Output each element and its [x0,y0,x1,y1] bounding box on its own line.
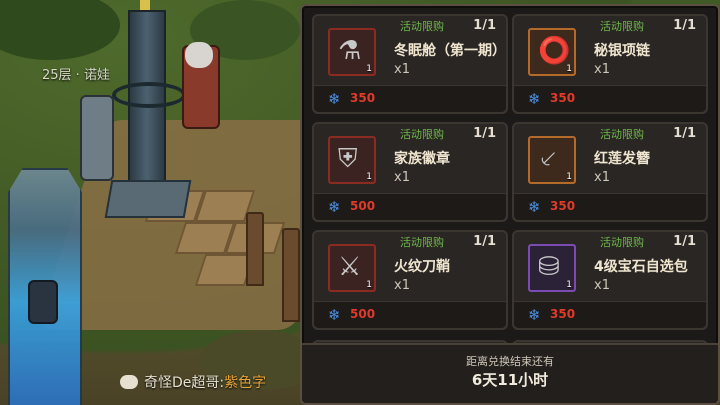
purchase-limit: 1/1 [473,126,496,141]
chat-text: 紫色字 [224,375,267,391]
crystal-currency-icon: ❄ [528,306,541,324]
purchase-limit: 1/1 [673,234,696,249]
wooden-post [282,228,300,322]
item-icon-frame[interactable]: ⛁ 1 [528,244,576,292]
item-price: 350 [350,91,376,105]
necklace-icon: ⭕ [538,36,571,66]
timer-label: 距离兑换结束还有 [466,355,554,368]
item-price: 500 [350,199,376,213]
chat-message[interactable]: 奇怪De超哥:紫色字 [120,372,266,392]
bush [0,0,120,60]
hairpin-icon: ⸔ [538,144,558,174]
icon-stack-count: 1 [566,64,572,74]
purchase-limit: 1/1 [673,126,696,141]
shop-item-card[interactable]: 活动限购 1/1 ⚔ 1 火纹刀鞘 x1 ❄ 500 [312,230,508,330]
item-icon-frame[interactable]: ⚔ 1 [328,244,376,292]
exchange-shop-panel: 活动限购 1/1 ⚗ 1 冬眠舱（第一期） x1 ❄ 350 活动限购 1/1 ⭕ 1 秘银项链 x1 ❄ 3… [300,4,720,405]
crystal-currency-icon: ❄ [328,198,341,216]
shop-item-card[interactable]: 活动限购 1/1 ⚗ 1 冬眠舱（第一期） x1 ❄ 350 [312,14,508,114]
limited-tag: 活动限购 [600,236,644,249]
chat-speaker: 奇怪De超哥: [144,375,225,391]
shop-item-card[interactable]: 活动限购 1/1 ⭕ 1 秘银项链 x1 ❄ 350 [512,14,708,114]
shop-item-card[interactable]: 活动限购 1/1 ⸔ 1 红莲发簪 x1 ❄ 350 [512,122,708,222]
exchange-timer: 距离兑换结束还有 6天11小时 [302,343,718,403]
armored-knight[interactable] [80,95,114,181]
item-price: 350 [550,307,576,321]
item-price: 350 [550,199,576,213]
item-quantity: x1 [394,62,410,77]
icon-stack-count: 1 [366,172,372,182]
item-name: 家族徽章 [394,151,450,167]
limited-tag: 活动限购 [600,20,644,33]
item-price: 350 [550,91,576,105]
price-bar[interactable]: ❄ 350 [314,85,506,112]
limited-tag: 活动限购 [600,128,644,141]
capsule-icon: ⚗ [338,36,362,66]
sheath-icon: ⚔ [338,252,362,282]
item-name: 冬眠舱（第一期） [394,43,506,59]
item-name: 4级宝石自选包 [594,259,688,275]
limited-tag: 活动限购 [400,20,444,33]
item-quantity: x1 [594,170,610,185]
tower-base [104,180,192,218]
icon-stack-count: 1 [566,172,572,182]
item-quantity: x1 [594,278,610,293]
wooden-post [246,212,264,286]
item-quantity: x1 [394,278,410,293]
item-icon-frame[interactable]: ⸔ 1 [528,136,576,184]
limited-tag: 活动限购 [400,128,444,141]
price-bar[interactable]: ❄ 500 [314,193,506,220]
item-quantity: x1 [394,170,410,185]
crystal-currency-icon: ❄ [328,90,341,108]
crystal-currency-icon: ❄ [528,198,541,216]
item-icon-frame[interactable]: ⛨ 1 [328,136,376,184]
gem-chest-icon: ⛁ [538,252,560,282]
item-name: 火纹刀鞘 [394,259,450,275]
badge-icon: ⛨ [338,144,358,174]
icon-stack-count: 1 [366,280,372,290]
limited-tag: 活动限购 [400,236,444,249]
floor-label: 25层 · 诺娃 [42,68,110,83]
tower-ring [112,82,186,108]
timer-countdown: 6天11小时 [471,371,549,389]
hero-hair [185,42,213,68]
item-name: 秘银项链 [594,43,650,59]
shop-item-card[interactable]: 活动限购 1/1 ⛁ 1 4级宝石自选包 x1 ❄ 350 [512,230,708,330]
purchase-limit: 1/1 [673,18,696,33]
crystal-currency-icon: ❄ [328,306,341,324]
shop-item-card[interactable]: 活动限购 1/1 ⛨ 1 家族徽章 x1 ❄ 500 [312,122,508,222]
item-icon-frame[interactable]: ⚗ 1 [328,28,376,76]
chat-bubble-icon [120,375,138,389]
price-bar[interactable]: ❄ 350 [514,85,706,112]
item-quantity: x1 [594,62,610,77]
item-name: 红莲发簪 [594,151,650,167]
purchase-limit: 1/1 [473,234,496,249]
frozen-character [28,280,58,324]
purchase-limit: 1/1 [473,18,496,33]
icon-stack-count: 1 [566,280,572,290]
price-bar[interactable]: ❄ 350 [514,193,706,220]
crystal-currency-icon: ❄ [528,90,541,108]
price-bar[interactable]: ❄ 500 [314,301,506,328]
item-price: 500 [350,307,376,321]
price-bar[interactable]: ❄ 350 [514,301,706,328]
item-icon-frame[interactable]: ⭕ 1 [528,28,576,76]
icon-stack-count: 1 [366,64,372,74]
